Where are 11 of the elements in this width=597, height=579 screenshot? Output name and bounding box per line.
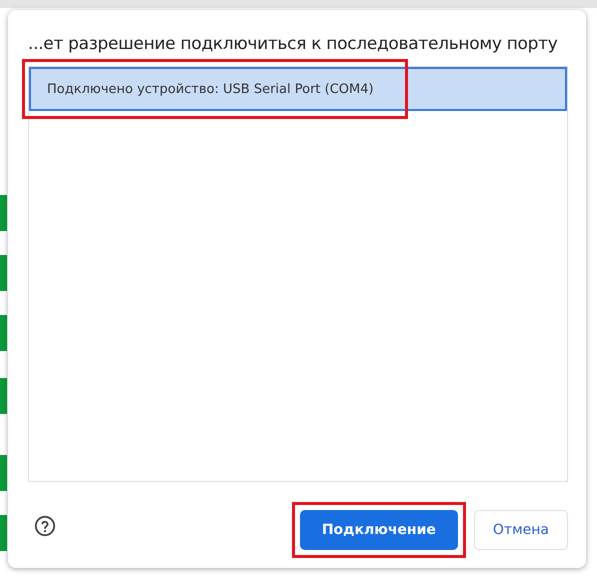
help-icon[interactable] bbox=[34, 515, 56, 537]
dialog-title: ...ет разрешение подключиться к последовательному порту bbox=[28, 34, 558, 54]
tag-edge bbox=[0, 455, 7, 491]
device-item[interactable]: Подключено устройство: USB Serial Port (COM4) bbox=[29, 67, 567, 111]
tag-edge bbox=[0, 255, 7, 291]
dialog-button[interactable]: Отмена bbox=[474, 510, 568, 550]
tag-edge bbox=[0, 195, 7, 231]
tag-edge bbox=[0, 315, 7, 351]
tag-edge bbox=[0, 515, 7, 551]
dialog-button[interactable]: Подключение bbox=[300, 510, 458, 550]
tag-edge bbox=[0, 378, 7, 414]
